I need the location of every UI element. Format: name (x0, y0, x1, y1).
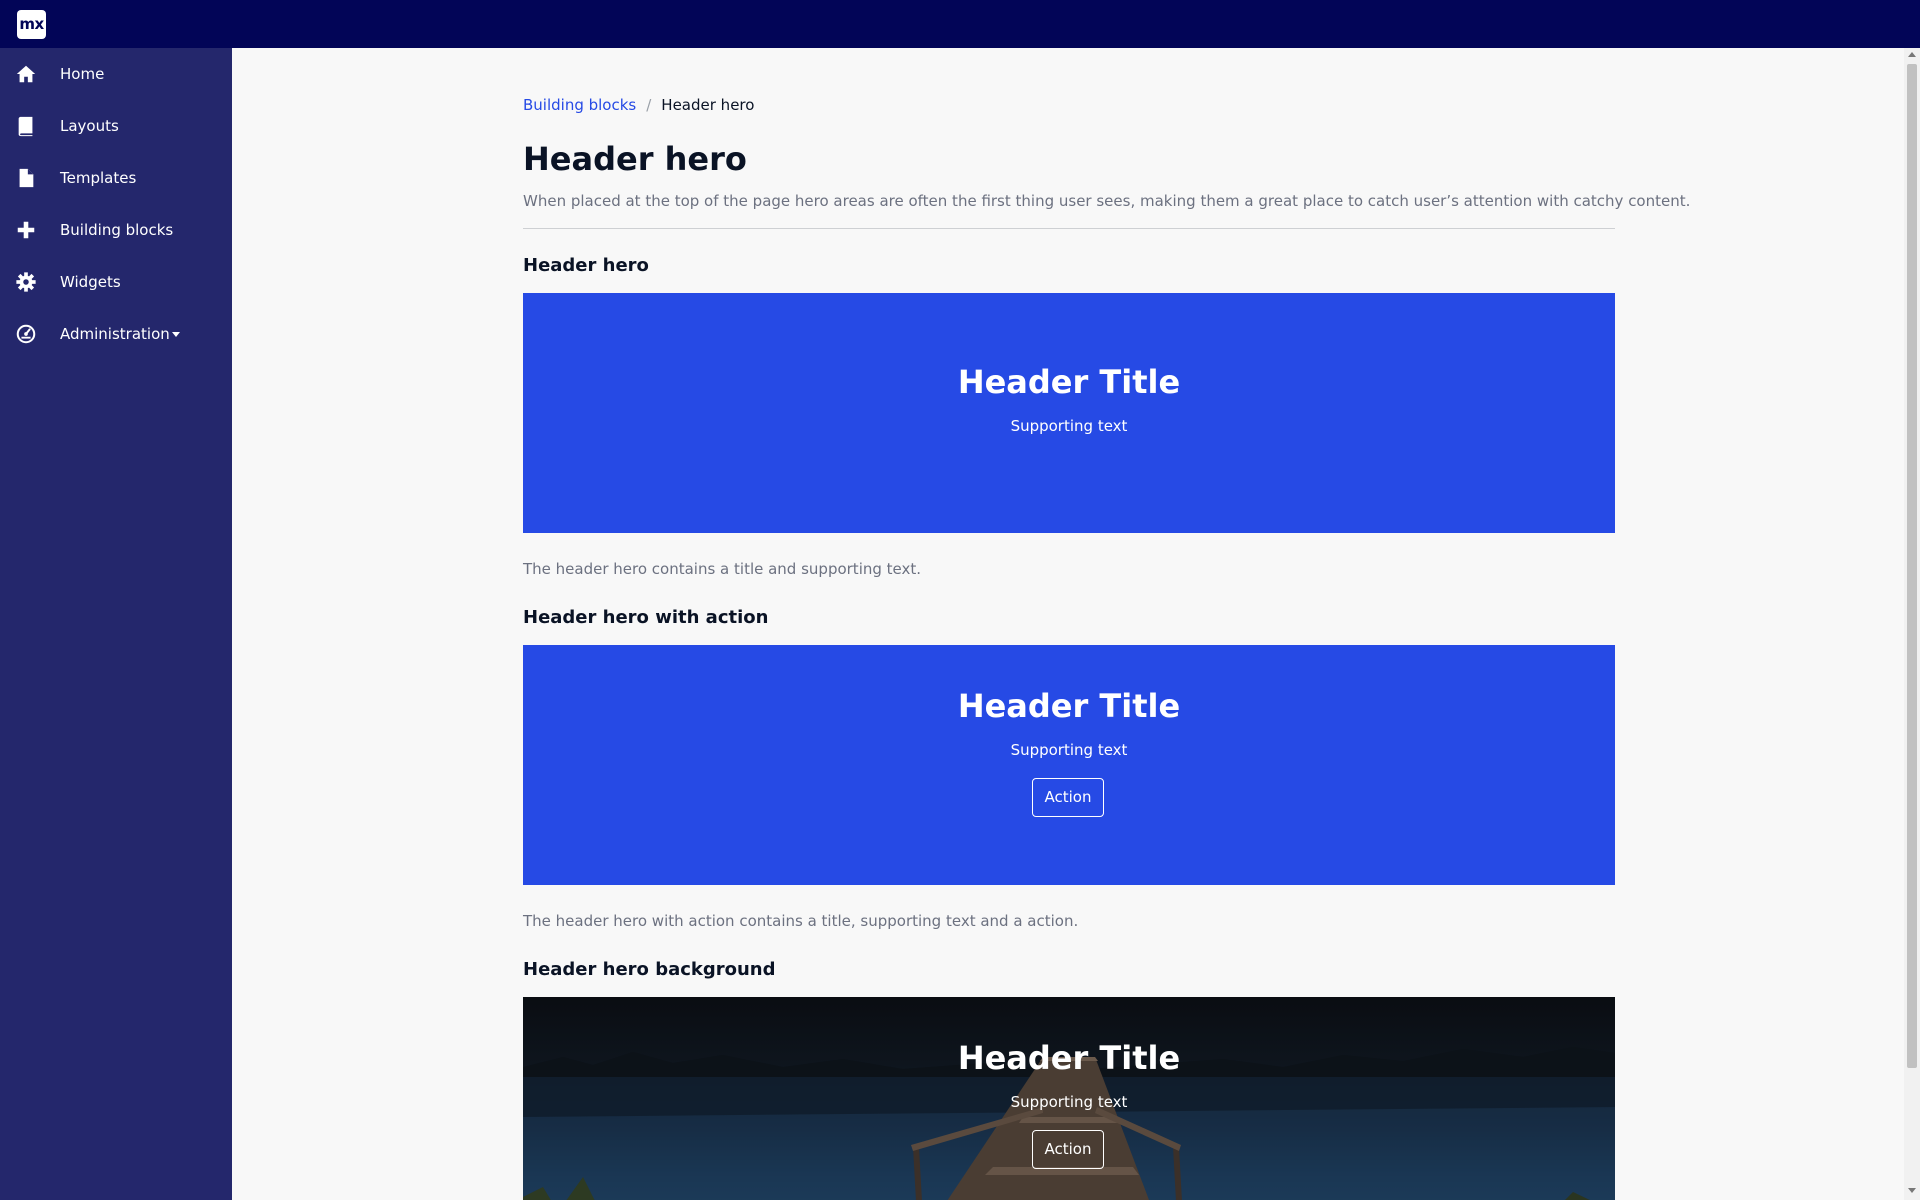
hero-title: Header Title (957, 363, 1181, 401)
breadcrumb-link-building-blocks[interactable]: Building blocks (523, 96, 636, 114)
chevron-down-icon (171, 331, 180, 337)
breadcrumb-separator: / (646, 96, 652, 114)
scrollbar-thumb[interactable] (1907, 64, 1917, 1068)
sidebar-item-label: Administration (60, 325, 170, 343)
hero-subtitle: Supporting text (1010, 741, 1128, 759)
scroll-up-arrow-icon[interactable] (1908, 52, 1916, 57)
sidebar: Home Layouts Templates Building blocks W… (0, 48, 232, 1200)
sidebar-item-templates[interactable]: Templates (0, 152, 232, 204)
scroll-down-arrow-icon[interactable] (1908, 1188, 1916, 1193)
vertical-scrollbar[interactable] (1904, 48, 1920, 1200)
hero-title: Header Title (957, 1039, 1181, 1077)
sidebar-item-administration[interactable]: Administration (0, 308, 232, 360)
section-title: Header hero background (523, 959, 776, 980)
hero-title: Header Title (957, 687, 1181, 725)
sidebar-item-home[interactable]: Home (0, 48, 232, 100)
breadcrumb-current: Header hero (661, 96, 755, 114)
header-hero-background: Header Title Supporting text Action (523, 997, 1615, 1200)
section-description: The header hero contains a title and sup… (523, 560, 922, 578)
sidebar-item-label: Widgets (60, 273, 121, 291)
page-description: When placed at the top of the page hero … (523, 192, 1691, 210)
action-button[interactable]: Action (1032, 1130, 1104, 1169)
sidebar-item-label: Building blocks (60, 221, 174, 239)
divider (523, 228, 1615, 229)
hero-subtitle: Supporting text (1010, 1093, 1128, 1111)
action-button[interactable]: Action (1032, 778, 1104, 817)
header-hero-with-action: Header Title Supporting text Action (523, 645, 1615, 885)
plus-icon (14, 218, 38, 242)
top-bar: mx (0, 0, 1920, 48)
book-icon (14, 114, 38, 138)
home-icon (14, 62, 38, 86)
section-title: Header hero (523, 255, 649, 276)
section-title: Header hero with action (523, 607, 769, 628)
mx-logo[interactable]: mx (17, 10, 46, 39)
sidebar-item-building-blocks[interactable]: Building blocks (0, 204, 232, 256)
hero-subtitle: Supporting text (1010, 417, 1128, 435)
main-content: Building blocks / Header hero Header hero … (232, 48, 1904, 1200)
dashboard-icon (14, 322, 38, 346)
sidebar-item-label: Templates (60, 169, 137, 187)
header-hero: Header Title Supporting text (523, 293, 1615, 533)
sidebar-item-widgets[interactable]: Widgets (0, 256, 232, 308)
page-title: Header hero (523, 140, 747, 178)
gear-icon (14, 270, 38, 294)
breadcrumb: Building blocks / Header hero (523, 96, 754, 114)
sidebar-item-layouts[interactable]: Layouts (0, 100, 232, 152)
sidebar-item-label: Layouts (60, 117, 119, 135)
sidebar-item-label: Home (60, 65, 105, 83)
file-icon (14, 166, 38, 190)
section-description: The header hero with action contains a t… (523, 912, 1079, 930)
